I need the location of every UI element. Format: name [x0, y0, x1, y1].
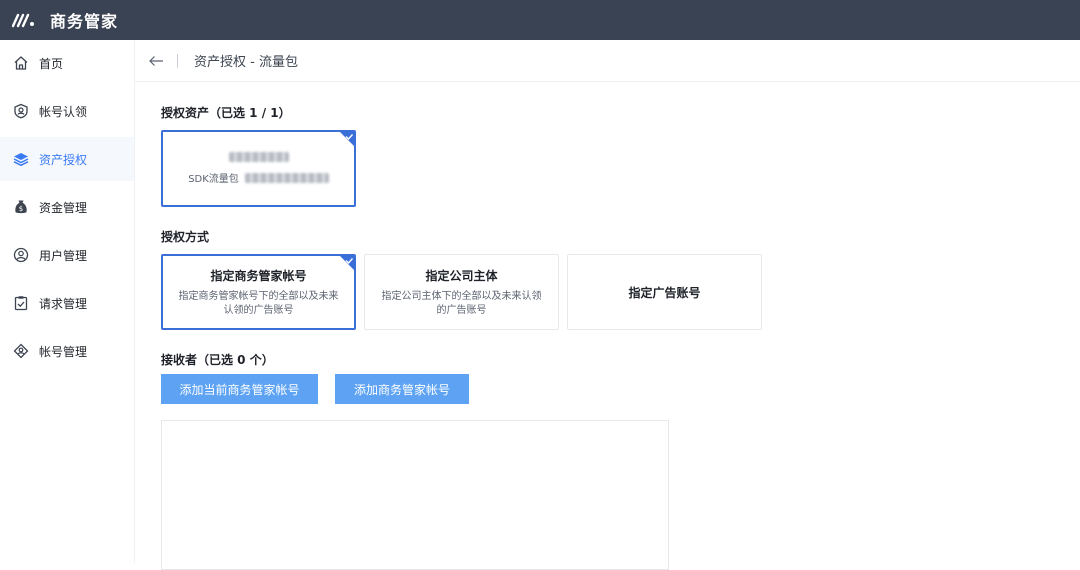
receivers-list [161, 420, 669, 570]
check-corner-icon [339, 255, 355, 271]
app-title: 商务管家 [50, 12, 119, 31]
sidebar-item-label: 帐号管理 [39, 344, 88, 359]
sidebar-item-account-claim[interactable]: 帐号认领 [0, 89, 134, 133]
layers-icon [12, 150, 30, 168]
method-option-business-account[interactable]: 指定商务管家帐号 指定商务管家帐号下的全部以及未来认领的广告账号 [161, 254, 356, 330]
receivers-section-label: 接收者（已选 0 个） [161, 353, 274, 367]
sidebar-item-asset-auth[interactable]: 资产授权 [0, 137, 134, 181]
asset-type-label: SDK流量包 [188, 174, 239, 185]
method-option-desc: 指定商务管家帐号下的全部以及未来认领的广告账号 [178, 290, 339, 316]
user-icon [12, 246, 30, 264]
method-option-company[interactable]: 指定公司主体 指定公司主体下的全部以及未来认领的广告账号 [364, 254, 559, 330]
method-option-title: 指定商务管家帐号 [210, 268, 307, 283]
sidebar-item-label: 资产授权 [39, 152, 88, 167]
add-business-account-button[interactable]: 添加商务管家帐号 [335, 374, 469, 404]
method-option-ad-account[interactable]: 指定广告账号 [567, 254, 762, 330]
sidebar-item-label: 请求管理 [39, 296, 88, 311]
account-manage-icon [12, 342, 30, 360]
sidebar-item-home[interactable]: 首页 [0, 41, 134, 85]
asset-id-redacted [244, 172, 329, 183]
sidebar-item-label: 帐号认领 [39, 104, 88, 119]
method-option-desc: 指定公司主体下的全部以及未来认领的广告账号 [381, 290, 542, 316]
sidebar-item-user-manage[interactable]: 用户管理 [0, 233, 134, 277]
asset-card[interactable]: SDK流量包 [161, 130, 356, 207]
page-title: 资产授权 - 流量包 [194, 55, 298, 70]
add-current-business-account-button[interactable]: 添加当前商务管家帐号 [161, 374, 318, 404]
check-corner-icon [339, 131, 355, 147]
method-option-title: 指定公司主体 [425, 268, 498, 283]
account-claim-icon [12, 102, 30, 120]
asset-name-redacted [228, 152, 289, 162]
assets-section-label: 授权资产（已选 1 / 1） [161, 106, 291, 120]
page-header: 资产授权 - 流量包 [135, 40, 1080, 82]
header-divider [177, 53, 178, 68]
sidebar-item-label: 首页 [39, 56, 64, 71]
app-logo-icon [12, 13, 34, 28]
top-bar: 商务管家 [0, 0, 1080, 40]
sidebar-item-account-manage[interactable]: 帐号管理 [0, 329, 134, 373]
sidebar-item-request-manage[interactable]: 请求管理 [0, 281, 134, 325]
home-icon [12, 54, 30, 72]
clipboard-check-icon [12, 294, 30, 312]
sidebar-item-fund-manage[interactable]: $ 资金管理 [0, 185, 134, 229]
asset-subtitle: SDK流量包 [188, 170, 329, 185]
money-bag-icon: $ [12, 198, 30, 216]
back-arrow-icon[interactable] [148, 53, 164, 69]
methods-section-label: 授权方式 [161, 230, 210, 244]
sidebar-item-label: 用户管理 [39, 248, 88, 263]
sidebar-item-label: 资金管理 [39, 200, 88, 215]
svg-text:$: $ [19, 205, 23, 213]
sidebar: 首页 帐号认领 资产授权 $ 资金管理 用户管理 请求管理 帐号管理 [0, 40, 135, 563]
method-option-title: 指定广告账号 [628, 285, 701, 300]
